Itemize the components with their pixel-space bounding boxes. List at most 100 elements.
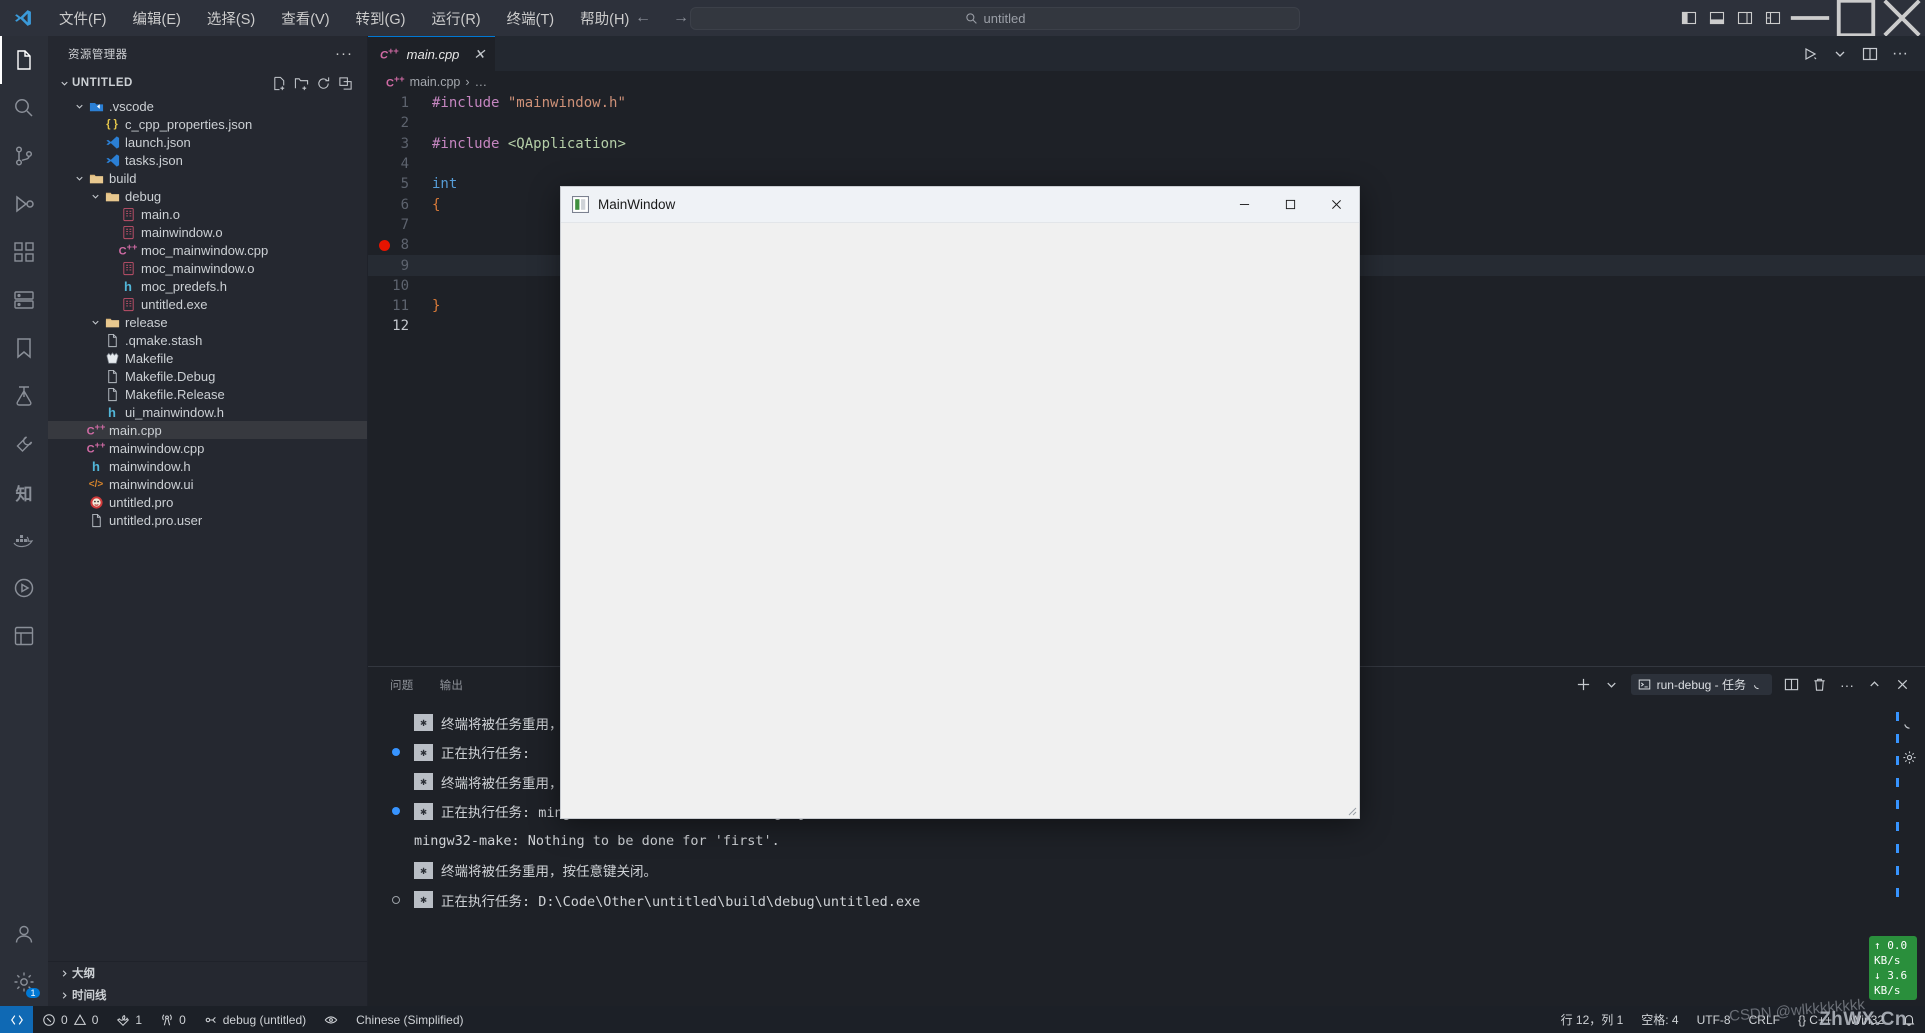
timeline-section[interactable]: 时间线 bbox=[48, 984, 367, 1006]
sidebar-item-project-manager[interactable] bbox=[0, 612, 48, 660]
breakpoint-icon[interactable] bbox=[375, 239, 393, 251]
more-actions-icon[interactable]: ··· bbox=[1887, 36, 1913, 71]
status-indentation[interactable]: 空格: 4 bbox=[1632, 1006, 1687, 1033]
accounts-icon[interactable] bbox=[0, 910, 48, 958]
tree-item-build[interactable]: build bbox=[48, 169, 367, 187]
new-folder-icon[interactable] bbox=[291, 73, 311, 93]
sidebar-item-bookmarks[interactable] bbox=[0, 324, 48, 372]
sidebar-item-extensions[interactable] bbox=[0, 228, 48, 276]
gear-icon[interactable]: 1 bbox=[0, 958, 48, 1006]
tree-item-mainwindow-o[interactable]: mainwindow.o bbox=[48, 223, 367, 241]
tree-item-tasks-json[interactable]: tasks.json bbox=[48, 151, 367, 169]
resize-grip-icon[interactable] bbox=[1345, 804, 1357, 816]
code-line[interactable]: 4 bbox=[368, 154, 1925, 174]
loading-icon[interactable] bbox=[1902, 716, 1917, 736]
split-editor-icon[interactable] bbox=[1857, 36, 1883, 71]
tab-output[interactable]: 输出 bbox=[438, 677, 466, 693]
status-radio-tower[interactable]: 0 bbox=[151, 1006, 195, 1033]
menu-help[interactable]: 帮助(H) bbox=[567, 4, 642, 33]
tab-problems[interactable]: 问题 bbox=[388, 677, 416, 693]
menu-terminal[interactable]: 终端(T) bbox=[494, 4, 568, 33]
breadcrumb-symbol[interactable]: … bbox=[475, 75, 488, 89]
menu-view[interactable]: 查看(V) bbox=[268, 4, 342, 33]
menu-file[interactable]: 文件(F) bbox=[46, 4, 120, 33]
code-line[interactable]: 3 #include <QApplication> bbox=[368, 134, 1925, 154]
menu-go[interactable]: 转到(G) bbox=[343, 4, 419, 33]
tree-item-moc-predefs-h[interactable]: h moc_predefs.h bbox=[48, 277, 367, 295]
tree-item-mainwindow-ui[interactable]: </> mainwindow.ui bbox=[48, 475, 367, 493]
more-icon[interactable]: ··· bbox=[1835, 667, 1859, 702]
arrow-left-icon[interactable]: ← bbox=[635, 9, 651, 27]
status-problems[interactable]: 0 0 bbox=[33, 1006, 107, 1033]
tree-item-mainwindow-cpp[interactable]: C++ mainwindow.cpp bbox=[48, 439, 367, 457]
code-line[interactable]: 2 bbox=[368, 113, 1925, 133]
sidebar-item-docker[interactable] bbox=[0, 516, 48, 564]
menu-run[interactable]: 运行(R) bbox=[418, 4, 493, 33]
chevron-down-icon[interactable] bbox=[1827, 36, 1853, 71]
window-maximize-button[interactable] bbox=[1833, 0, 1879, 38]
tree-item-untitled-pro-user[interactable]: untitled.pro.user bbox=[48, 511, 367, 529]
tree-item-main-cpp[interactable]: C++ main.cpp bbox=[48, 421, 367, 439]
tree-item-untitled-pro[interactable]: untitled.pro bbox=[48, 493, 367, 511]
tree-item-makefile[interactable]: Makefile bbox=[48, 349, 367, 367]
tree-item-makefile-debug[interactable]: Makefile.Debug bbox=[48, 367, 367, 385]
tree-item-main-o[interactable]: main.o bbox=[48, 205, 367, 223]
workspace-section-header[interactable]: UNTITLED bbox=[48, 71, 367, 95]
window-close-button[interactable] bbox=[1879, 0, 1925, 37]
toggle-secondary-sidebar-icon[interactable] bbox=[1731, 0, 1759, 36]
customize-layout-icon[interactable] bbox=[1759, 0, 1787, 36]
sidebar-item-remote-explorer[interactable] bbox=[0, 276, 48, 324]
tree-item-mainwindow-h[interactable]: h mainwindow.h bbox=[48, 457, 367, 475]
outline-section[interactable]: 大纲 bbox=[48, 962, 367, 984]
tree-item--vscode[interactable]: .vscode bbox=[48, 97, 367, 115]
status-debug-target[interactable]: debug (untitled) bbox=[195, 1006, 315, 1033]
file-tree[interactable]: .vscode { } c_cpp_properties.json launch.js… bbox=[48, 95, 367, 961]
kill-terminal-icon[interactable] bbox=[1807, 667, 1832, 702]
status-language-pack[interactable]: Chinese (Simplified) bbox=[347, 1006, 472, 1033]
refresh-icon[interactable] bbox=[313, 73, 333, 93]
status-cursor-position[interactable]: 行 12，列 1 bbox=[1552, 1006, 1633, 1033]
tree-item-release[interactable]: release bbox=[48, 313, 367, 331]
sidebar-item-explorer[interactable] bbox=[0, 36, 48, 84]
menu-selection[interactable]: 选择(S) bbox=[194, 4, 268, 33]
remote-window-icon[interactable] bbox=[0, 1006, 33, 1033]
close-panel-icon[interactable] bbox=[1890, 667, 1915, 702]
new-terminal-icon[interactable] bbox=[1571, 667, 1596, 702]
chevron-down-icon[interactable] bbox=[1599, 667, 1624, 702]
tree-item-untitled-exe[interactable]: untitled.exe bbox=[48, 295, 367, 313]
status-eye[interactable] bbox=[315, 1006, 347, 1033]
status-tools[interactable]: 1 bbox=[107, 1006, 151, 1033]
sidebar-item-chinese[interactable]: 知 bbox=[0, 468, 48, 516]
split-terminal-icon[interactable] bbox=[1779, 667, 1804, 702]
close-icon[interactable]: ✕ bbox=[473, 46, 485, 63]
qt-minimize-button[interactable] bbox=[1221, 187, 1267, 223]
breadcrumb[interactable]: C++ main.cpp › … bbox=[368, 71, 1925, 93]
qt-title-bar[interactable]: MainWindow bbox=[561, 187, 1359, 223]
tree-item-moc-mainwindow-o[interactable]: moc_mainwindow.o bbox=[48, 259, 367, 277]
menu-edit[interactable]: 编辑(E) bbox=[120, 4, 194, 33]
window-minimize-button[interactable] bbox=[1787, 0, 1833, 36]
sidebar-item-test[interactable] bbox=[0, 372, 48, 420]
chevron-up-icon[interactable] bbox=[1862, 667, 1887, 702]
collapse-all-icon[interactable] bbox=[335, 73, 355, 93]
breadcrumb-file[interactable]: main.cpp bbox=[410, 75, 461, 89]
qt-close-button[interactable] bbox=[1313, 187, 1359, 223]
explorer-more-icon[interactable]: ··· bbox=[329, 45, 359, 62]
tree-item-ui-mainwindow-h[interactable]: h ui_mainwindow.h bbox=[48, 403, 367, 421]
new-file-icon[interactable] bbox=[269, 73, 289, 93]
search-input[interactable]: untitled bbox=[690, 6, 1300, 30]
tree-item-makefile-release[interactable]: Makefile.Release bbox=[48, 385, 367, 403]
tab-main-cpp[interactable]: C++ main.cpp ✕ bbox=[368, 36, 496, 71]
tree-item-c-cpp-properties-json[interactable]: { } c_cpp_properties.json bbox=[48, 115, 367, 133]
tree-item--qmake-stash[interactable]: .qmake.stash bbox=[48, 331, 367, 349]
toggle-primary-sidebar-icon[interactable] bbox=[1675, 0, 1703, 36]
terminal-tab-run-debug[interactable]: run-debug - 任务 bbox=[1630, 674, 1772, 695]
sidebar-item-runner[interactable] bbox=[0, 564, 48, 612]
tree-item-debug[interactable]: debug bbox=[48, 187, 367, 205]
sidebar-item-cmake[interactable] bbox=[0, 420, 48, 468]
arrow-right-icon[interactable]: → bbox=[673, 9, 689, 27]
code-line[interactable]: 1 #include "mainwindow.h" bbox=[368, 93, 1925, 113]
tree-item-moc-mainwindow-cpp[interactable]: C++ moc_mainwindow.cpp bbox=[48, 241, 367, 259]
qt-mainwindow-dialog[interactable]: MainWindow bbox=[560, 186, 1360, 819]
run-icon[interactable] bbox=[1797, 36, 1823, 71]
